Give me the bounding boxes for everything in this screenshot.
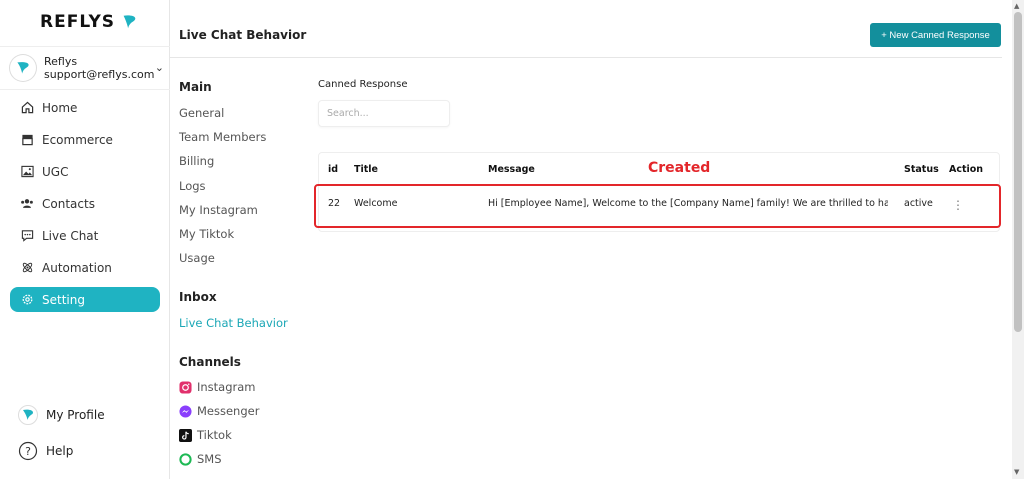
settings-main-heading: Main	[179, 80, 212, 94]
sidebar-item-label: Ecommerce	[42, 132, 113, 147]
help-label: Help	[46, 444, 74, 458]
canned-response-label: Canned Response	[318, 79, 408, 90]
messenger-icon	[179, 404, 192, 418]
settings-link-usage[interactable]: Usage	[179, 251, 215, 265]
help-link[interactable]: ? Help	[18, 441, 73, 461]
scroll-up-icon[interactable]: ▲	[1014, 2, 1019, 10]
instagram-icon	[179, 380, 192, 394]
channel-instagram[interactable]: Instagram	[179, 380, 256, 394]
svg-text:?: ?	[25, 445, 31, 458]
header-divider	[170, 57, 1002, 58]
channel-label: Instagram	[197, 380, 256, 394]
channel-label: SMS	[197, 452, 222, 466]
sidebar-item-home[interactable]: Home	[10, 95, 160, 120]
settings-link-team-members[interactable]: Team Members	[179, 130, 266, 144]
column-header-title: Title	[354, 164, 378, 175]
channel-tiktok[interactable]: Tiktok	[179, 428, 232, 442]
help-icon: ?	[18, 441, 38, 461]
account-name: Reflys	[44, 55, 78, 68]
sidebar-item-label: Contacts	[42, 196, 95, 211]
avatar	[10, 55, 36, 81]
sidebar-item-live-chat[interactable]: Live Chat	[10, 223, 160, 248]
account-switcher[interactable]: Reflys support@reflys.com ⌄	[0, 46, 170, 90]
sidebar-item-ecommerce[interactable]: Ecommerce	[10, 127, 160, 152]
reflys-logo-icon	[17, 62, 29, 74]
sidebar-item-label: UGC	[42, 164, 69, 179]
column-header-id: id	[328, 164, 339, 175]
sidebar: REFLYS Reflys support@reflys.com ⌄ Home	[0, 0, 170, 479]
store-icon	[20, 133, 34, 147]
column-header-status: Status	[904, 164, 939, 175]
reflys-logo-icon	[18, 405, 38, 425]
image-icon	[20, 165, 34, 179]
account-email: support@reflys.com	[44, 68, 155, 81]
highlight-box	[314, 184, 1001, 228]
sidebar-item-automation[interactable]: Automation	[10, 255, 160, 280]
channel-label: Messenger	[197, 404, 260, 418]
chevron-down-icon[interactable]: ⌄	[155, 61, 164, 74]
search-input[interactable]	[318, 100, 450, 127]
home-icon	[20, 101, 34, 115]
sidebar-item-label: Live Chat	[42, 228, 99, 243]
settings-link-logs[interactable]: Logs	[179, 179, 206, 193]
settings-link-billing[interactable]: Billing	[179, 154, 214, 168]
channel-label: Tiktok	[197, 428, 232, 442]
settings-link-live-chat-behavior[interactable]: Live Chat Behavior	[179, 316, 288, 330]
my-profile-label: My Profile	[46, 408, 105, 422]
sidebar-item-label: Automation	[42, 260, 112, 275]
channel-messenger[interactable]: Messenger	[179, 404, 259, 418]
sidebar-item-label: Home	[42, 100, 78, 115]
settings-link-my-tiktok[interactable]: My Tiktok	[179, 227, 234, 241]
sidebar-item-contacts[interactable]: Contacts	[10, 191, 160, 216]
new-canned-response-button[interactable]: + New Canned Response	[870, 23, 1001, 47]
sidebar-item-setting[interactable]: Setting	[10, 287, 160, 312]
account-info: Reflys support@reflys.com	[44, 55, 154, 81]
page-scrollbar[interactable]: ▲ ▼	[1012, 0, 1024, 479]
page-title: Live Chat Behavior	[179, 28, 307, 42]
created-annotation: Created	[648, 160, 711, 176]
channel-sms[interactable]: SMS	[179, 452, 222, 466]
brand-name: REFLYS	[40, 12, 116, 32]
users-icon	[20, 197, 34, 211]
tiktok-icon	[179, 428, 192, 442]
column-header-message: Message	[488, 164, 535, 175]
scroll-down-icon[interactable]: ▼	[1014, 468, 1019, 476]
chat-icon	[20, 229, 34, 243]
my-profile-link[interactable]: My Profile	[18, 405, 105, 425]
sidebar-item-label: Setting	[42, 292, 85, 307]
settings-link-general[interactable]: General	[179, 106, 224, 120]
column-header-action: Action	[949, 164, 984, 175]
settings-channels-heading: Channels	[179, 355, 241, 369]
sidebar-item-ugc[interactable]: UGC	[10, 159, 160, 184]
sms-icon	[179, 452, 192, 466]
gear-icon	[20, 293, 34, 307]
settings-link-my-instagram[interactable]: My Instagram	[179, 203, 258, 217]
settings-inbox-heading: Inbox	[179, 290, 217, 304]
brand-logo[interactable]: REFLYS	[40, 12, 138, 32]
atom-icon	[20, 261, 34, 275]
sidebar-nav: Home Ecommerce UGC Contacts Live Chat Au…	[0, 95, 170, 319]
reflys-logo-icon	[123, 15, 136, 29]
scrollbar-thumb[interactable]	[1014, 12, 1022, 332]
